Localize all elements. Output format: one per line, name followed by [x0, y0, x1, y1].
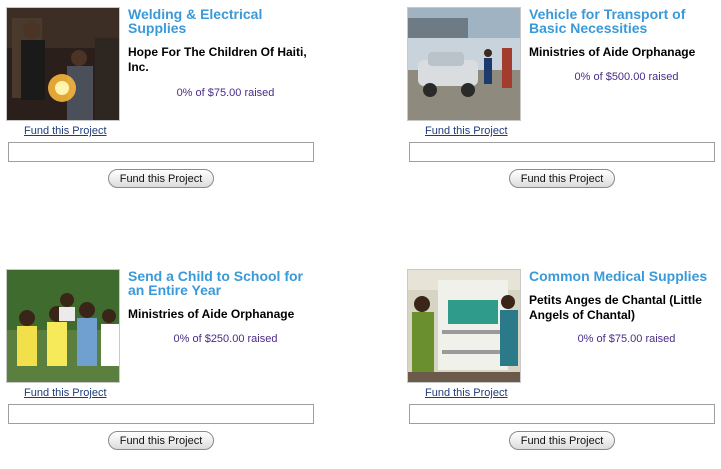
raised-status: 0% of $75.00 raised	[577, 333, 676, 345]
project-title[interactable]: Welding & Electrical Supplies	[128, 7, 323, 35]
fund-project-button[interactable]: Fund this Project	[108, 431, 214, 450]
vehicle-photo-icon[interactable]	[407, 7, 521, 121]
fund-amount-input[interactable]	[409, 404, 715, 424]
medical-supplies-photo-icon[interactable]	[407, 269, 521, 383]
organization-name: Hope For The Children Of Haiti, Inc.	[128, 45, 307, 74]
organization-name: Ministries of Aide Orphanage	[529, 45, 696, 59]
fund-project-button[interactable]: Fund this Project	[509, 431, 615, 450]
fund-project-button[interactable]: Fund this Project	[509, 169, 615, 188]
schoolchildren-photo-icon[interactable]	[6, 269, 120, 383]
project-card-medical: Common Medical Supplies Petits Anges de …	[407, 269, 721, 469]
organization-name: Petits Anges de Chantal (Little Angels o…	[529, 293, 702, 322]
fund-project-link[interactable]: Fund this Project	[425, 387, 508, 399]
fund-project-link[interactable]: Fund this Project	[425, 125, 508, 137]
organization-name: Ministries of Aide Orphanage	[128, 307, 295, 321]
project-card-welding: Welding & Electrical Supplies Hope For T…	[6, 7, 326, 207]
fund-amount-input[interactable]	[8, 404, 314, 424]
project-card-vehicle: Vehicle for Transport of Basic Necessiti…	[407, 7, 721, 207]
fund-project-link[interactable]: Fund this Project	[24, 387, 107, 399]
fund-amount-input[interactable]	[409, 142, 715, 162]
raised-status: 0% of $500.00 raised	[574, 71, 679, 83]
project-card-school: Send a Child to School for an Entire Yea…	[6, 269, 326, 469]
welding-photo-icon[interactable]	[6, 7, 120, 121]
raised-status: 0% of $250.00 raised	[173, 333, 278, 345]
project-title[interactable]: Vehicle for Transport of Basic Necessiti…	[529, 7, 721, 35]
project-title[interactable]: Send a Child to School for an Entire Yea…	[128, 269, 323, 297]
raised-status: 0% of $75.00 raised	[176, 87, 275, 99]
fund-project-button[interactable]: Fund this Project	[108, 169, 214, 188]
fund-project-link[interactable]: Fund this Project	[24, 125, 107, 137]
fund-amount-input[interactable]	[8, 142, 314, 162]
project-title[interactable]: Common Medical Supplies	[529, 269, 721, 283]
